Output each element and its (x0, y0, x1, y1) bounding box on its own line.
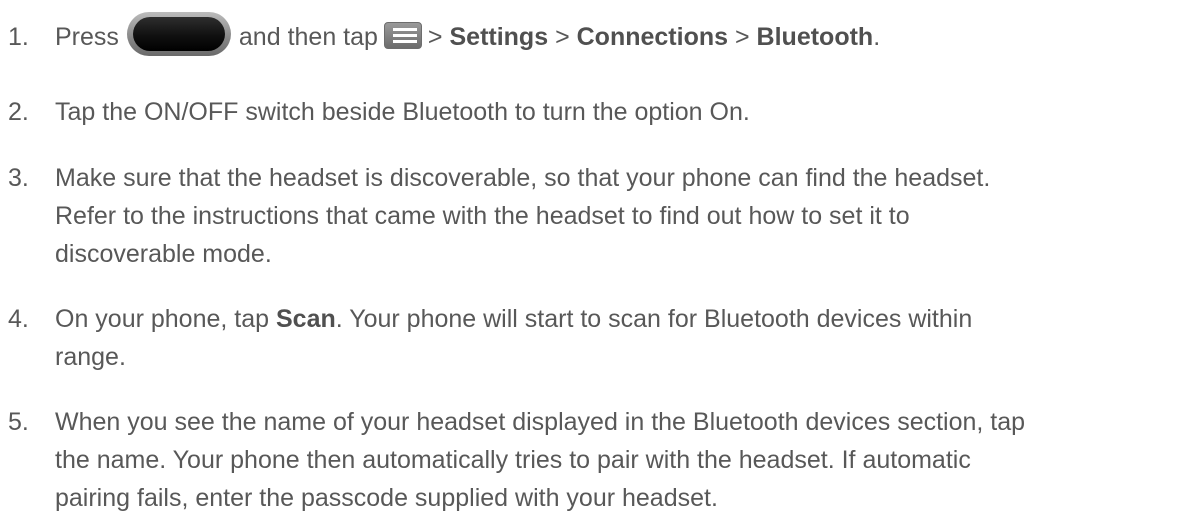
step-line: Tap the ON/OFF switch beside Bluetooth t… (55, 98, 750, 126)
step-number: 3. (8, 164, 29, 192)
step-number: 1. (8, 23, 29, 51)
instruction-steps: 1. Press and then tap > Settings > Connect… (0, 0, 1202, 512)
separator: > (555, 23, 570, 51)
step-line: the name. Your phone then automatically … (55, 446, 971, 474)
step-number: 5. (8, 408, 29, 436)
press-text: Press (55, 23, 119, 51)
separator: > (427, 23, 443, 51)
step-line: pairing fails, enter the passcode suppli… (55, 484, 718, 512)
step-line: On your phone, tap Scan. Your phone will… (55, 300, 1200, 338)
home-button-icon (126, 12, 231, 57)
connections-label: Connections (576, 23, 729, 51)
menu-key-icon (383, 21, 422, 49)
step-number: 2. (8, 98, 29, 126)
step-line: Make sure that the headset is discoverab… (55, 164, 991, 192)
step-line: discoverable mode. (55, 240, 272, 268)
step-text-pre: On your phone, tap (55, 305, 270, 333)
separator: > (734, 23, 750, 51)
step-text-post: . Your phone will start to scan for Blue… (335, 305, 973, 333)
step-text: When you see the name of your headset di… (55, 403, 1200, 517)
step-text: Make sure that the headset is discoverab… (55, 159, 1200, 273)
scan-label: Scan (276, 305, 336, 333)
settings-label: Settings (449, 23, 549, 51)
step-text: Press and then tap > Settings > Connection… (55, 12, 1200, 57)
step-text: Tap the ON/OFF switch beside Bluetooth t… (55, 93, 1200, 131)
step-line: Refer to the instructions that came with… (55, 202, 910, 230)
step-line: range. (55, 343, 126, 371)
bluetooth-label: Bluetooth (756, 23, 874, 51)
period: . (873, 23, 881, 51)
step-line: When you see the name of your headset di… (55, 408, 1026, 436)
step-number: 4. (8, 305, 29, 333)
step-text: On your phone, tap Scan. Your phone will… (55, 300, 1200, 376)
and-then-tap-text: and then tap (238, 23, 378, 51)
